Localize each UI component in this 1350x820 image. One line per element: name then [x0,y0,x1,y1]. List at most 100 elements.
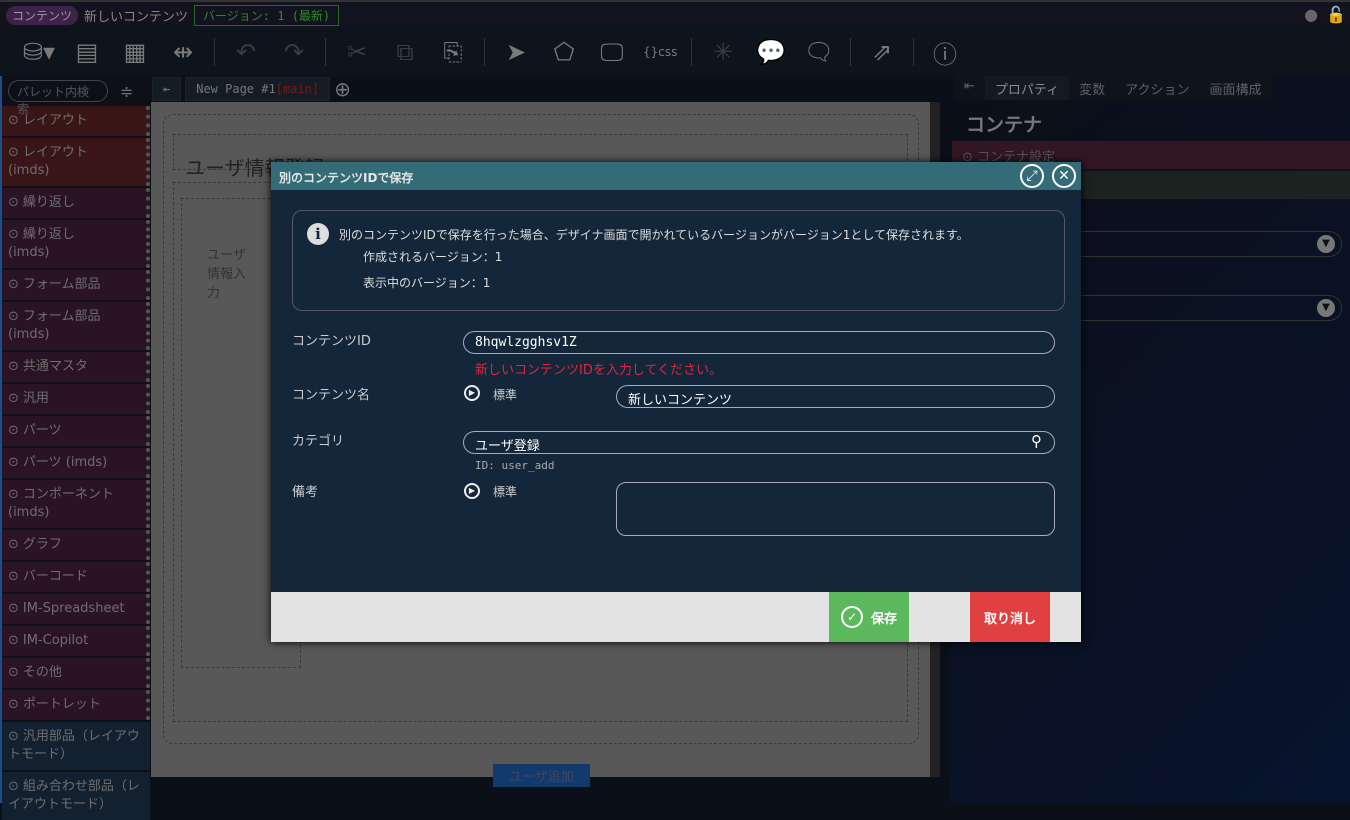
palette-category-label: 共通マスタ [22,359,88,374]
palette-category-label: グラフ [22,537,62,552]
palette-category-label: バーコード [22,569,88,584]
content-name-input[interactable]: 新しいコンテンツ [616,385,1055,408]
user-avatar-icon[interactable]: ● [1304,5,1318,24]
external-link-icon[interactable]: ⇗ [865,38,899,66]
palette-search-input[interactable]: パレット内検索 [8,80,108,116]
cancel-button[interactable]: 取り消し [970,592,1050,642]
palette-category[interactable]: ⊙ IM-Copilot [2,626,150,656]
palette-category-label: 汎用 [22,391,49,406]
palette: パレット内検索 ≑ ⊙ レイアウト ⊙ レイアウト (imds) ⊙ 繰り返し ⊙ 繰り返し … [0,76,150,820]
tab-variables[interactable]: 変数 [1069,76,1116,100]
palette-category-label: IM-Copilot [22,633,89,648]
palette-category-label: IM-Spreadsheet [22,601,125,616]
loading-icon[interactable]: ✳ [706,38,740,66]
palette-category-label: パーツ (imds) [22,455,108,470]
palette-category[interactable]: ⊙ その他 [2,658,150,688]
palette-category-label: レイアウト (imds) [8,145,88,178]
layout-icon[interactable]: ▤ [70,38,104,66]
info-box: i 別のコンテンツIDで保存を行った場合、デザイナ画面で開かれているバージョンが… [292,210,1065,311]
tab-screen-structure[interactable]: 画面構成 [1199,76,1272,100]
save-button[interactable]: ✓ 保存 [829,592,909,642]
expand-icon: ⊙ [8,391,19,406]
expand-icon: ⊙ [8,537,19,552]
panel-title: コンテナ [966,114,1043,136]
palette-category[interactable]: ⊙ コンポーネント (imds) [2,480,150,528]
expand-icon: ⊙ [8,195,19,210]
palette-category[interactable]: ⊙ 汎用 [2,384,150,414]
palette-category[interactable]: ⊙ 汎用部品（レイアウトモード） [2,722,150,770]
add-user-button[interactable]: ユーザ追加 [493,764,590,787]
search-icon[interactable]: ⚲ [1031,432,1042,450]
comment-edit-icon[interactable]: 💬 [754,38,788,66]
locale-standard-label: 標準 [493,485,518,499]
panel-toggle-icon[interactable]: ⇤ [152,77,182,101]
palette-category-label: コンポーネント (imds) [8,487,114,520]
expand-icon[interactable]: ▶ [464,483,480,499]
palette-category[interactable]: ⊙ ポートレット [2,690,150,720]
area-select-icon[interactable]: ⬠ [547,38,581,66]
add-tab-icon[interactable]: ⊕ [334,77,351,101]
version-badge: バージョン: 1 (最新) [194,4,340,26]
palette-category[interactable]: ⊙ パーツ (imds) [2,448,150,478]
cut-icon[interactable]: ✂ [340,38,374,66]
copy-icon[interactable]: ⧉ [388,38,422,66]
help-icon[interactable]: ⓘ [928,35,962,70]
content-badge: コンテンツ [6,5,79,25]
palette-category[interactable]: ⊙ レイアウト (imds) [2,138,150,186]
tab-new-page[interactable]: New Page #1[main] [185,77,331,101]
content-id-input[interactable]: 8hqwlzgghsv1Z [463,331,1055,354]
category-input[interactable]: ユーザ登録 [463,431,1055,454]
lock-icon[interactable]: 🔓 [1326,5,1346,24]
panel-toggle-icon[interactable]: ⇤ [954,76,985,100]
tab-properties[interactable]: プロパティ [984,76,1070,100]
palette-category[interactable]: ⊙ 繰り返し (imds) [2,220,150,268]
palette-category-label: 汎用部品（レイアウトモード） [8,729,140,762]
tab-actions[interactable]: アクション [1115,76,1200,100]
page-tabs: ⇤ New Page #1[main] ⊕ [152,76,942,102]
info-icon: i [307,223,329,245]
comment-settings-icon[interactable]: 🗨 [802,38,836,66]
css-icon[interactable]: {}css [643,45,677,59]
palette-category[interactable]: ⊙ IM-Spreadsheet [2,594,150,624]
content-name-label: コンテンツ名 [292,388,371,403]
palette-category[interactable]: ⊙ 組み合わせ部品（レイアウトモード） [2,772,150,820]
palette-category[interactable]: ⊙ バーコード [2,562,150,592]
locale-standard-label: 標準 [493,388,518,402]
created-version: 作成されるバージョン：1 [363,250,503,264]
close-icon[interactable]: ✕ [1052,164,1076,188]
select-cursor-icon[interactable]: ➤ [499,38,533,66]
expand-icon: ⊙ [8,113,19,128]
resize-icon[interactable]: ⇹ [166,38,200,66]
content-id-label: コンテンツID [292,334,371,349]
database-icon[interactable]: ⛁▾ [22,38,56,66]
undo-icon[interactable]: ↶ [229,38,263,66]
expand-icon[interactable]: ▶ [464,385,480,401]
palette-category[interactable]: ⊙ フォーム部品 [2,270,150,300]
palette-category[interactable]: ⊙ パーツ [2,416,150,446]
paste-icon[interactable]: ⎘ [436,38,470,66]
expand-icon: ⊙ [8,277,19,292]
palette-category-label: 組み合わせ部品（レイアウトモード） [8,779,140,812]
palette-category[interactable]: ⊙ グラフ [2,530,150,560]
palette-category-label: ポートレット [22,697,101,712]
check-icon: ✓ [840,606,863,628]
palette-category[interactable]: ⊙ 共通マスタ [2,352,150,382]
palette-category[interactable]: ⊙ フォーム部品 (imds) [2,302,150,350]
expand-icon: ⊙ [8,601,19,616]
palette-category[interactable]: ⊙ 繰り返し [2,188,150,218]
expand-icon: ⊙ [8,455,19,470]
expand-icon: ⊙ [8,697,19,712]
note-textarea[interactable] [616,482,1055,536]
table-export-icon[interactable]: ▦ [118,38,152,66]
palette-category-label: 繰り返し [22,195,75,210]
expand-icon: ⊙ [8,633,19,648]
palette-category-label: パーツ [22,423,62,438]
expand-icon: ⊙ [8,227,19,242]
monitor-icon[interactable]: 🖵 [595,38,629,66]
redo-icon[interactable]: ↷ [277,38,311,66]
palette-category-label: その他 [22,665,62,680]
maximize-icon[interactable]: ⤢ [1020,164,1044,188]
expand-icon: ⊙ [8,423,19,438]
collapse-all-icon[interactable]: ≑ [120,82,133,101]
expand-icon: ⊙ [8,665,19,680]
